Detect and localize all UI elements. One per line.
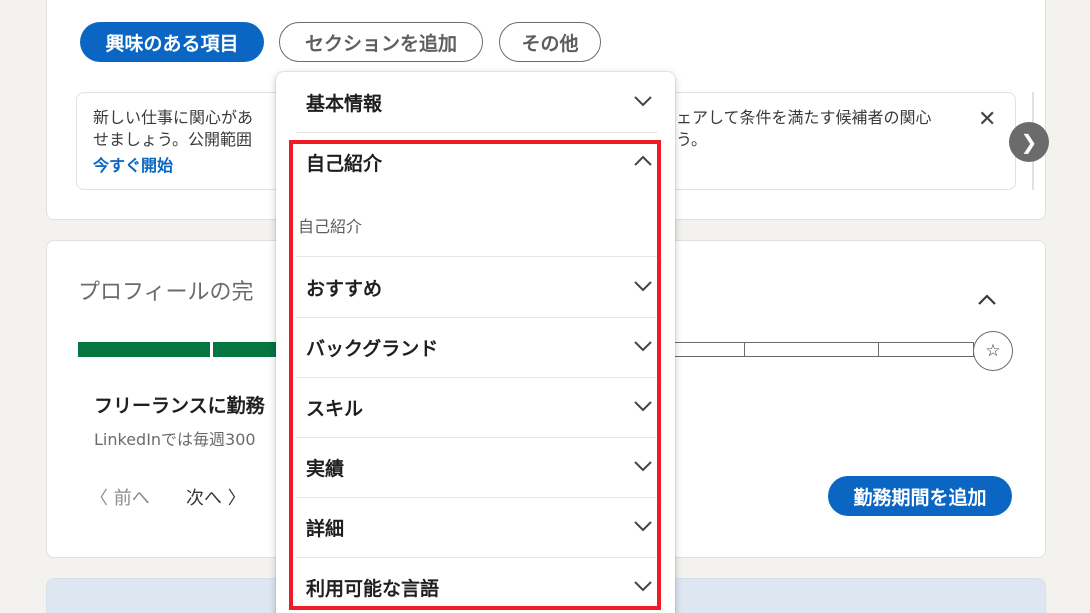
- start-now-link[interactable]: 今すぐ開始: [93, 152, 173, 176]
- dropdown-item-label: バックグランド: [306, 337, 439, 360]
- dropdown-item-background[interactable]: バックグランド: [276, 317, 675, 377]
- banner-text-line1-right: ェアして条件を満たす候補者の関心: [676, 108, 932, 127]
- dropdown-item-label: 自己紹介: [306, 152, 383, 175]
- dropdown-subitem-about[interactable]: 自己紹介: [298, 213, 362, 237]
- progress-segment-2: [213, 342, 277, 357]
- dropdown-item-label: 詳細: [306, 517, 345, 540]
- progress-segment-3: [675, 342, 745, 357]
- dropdown-item-basic-info[interactable]: 基本情報: [276, 72, 675, 132]
- dropdown-item-about[interactable]: 自己紹介: [276, 132, 675, 192]
- dropdown-item-recommended[interactable]: おすすめ: [276, 257, 675, 317]
- chevron-down-icon: [634, 281, 652, 292]
- dropdown-item-label: 利用可能な言語: [306, 577, 440, 600]
- dropdown-item-label: スキル: [306, 397, 364, 420]
- banner-text-line1-left: 新しい仕事に関心があ: [93, 108, 254, 127]
- chevron-up-icon: [634, 155, 652, 166]
- next-button[interactable]: 次へ 〉: [186, 484, 246, 510]
- prev-button[interactable]: 〈 前へ: [90, 484, 150, 510]
- progress-segment-1: [78, 342, 210, 357]
- dropdown-item-languages[interactable]: 利用可能な言語: [276, 557, 675, 613]
- star-icon: ☆: [985, 341, 1001, 361]
- star-milestone: ☆: [973, 331, 1013, 371]
- progress-segment-4: [745, 342, 879, 357]
- collapse-chevron-up-icon[interactable]: [977, 290, 997, 310]
- add-section-button[interactable]: セクションを追加: [279, 22, 483, 62]
- dropdown-item-label: おすすめ: [306, 277, 383, 300]
- close-icon[interactable]: ✕: [978, 107, 996, 132]
- progress-segment-5: [879, 342, 974, 357]
- chevron-down-icon: [634, 96, 652, 107]
- suggestion-title: フリーランスに勤務: [94, 395, 265, 417]
- tab-interests[interactable]: 興味のある項目: [80, 22, 264, 62]
- profile-completion-title: プロフィールの完: [78, 280, 254, 305]
- dropdown-item-skills[interactable]: スキル: [276, 377, 675, 437]
- chevron-down-icon: [634, 581, 652, 592]
- banner-text-line2-right: う。: [676, 130, 708, 149]
- more-button[interactable]: その他: [499, 22, 601, 62]
- dropdown-item-details[interactable]: 詳細: [276, 497, 675, 557]
- carousel-next-button[interactable]: ❯: [1009, 122, 1049, 162]
- dropdown-item-accomplishments[interactable]: 実績: [276, 437, 675, 497]
- dropdown-item-label: 実績: [306, 457, 345, 480]
- chevron-down-icon: [634, 341, 652, 352]
- chevron-right-icon: ❯: [1020, 130, 1038, 154]
- add-section-dropdown: 基本情報 自己紹介 自己紹介 おすすめ バックグランド スキル 実績 詳細 利用…: [276, 72, 675, 613]
- banner-text-line2-left: せましょう。公開範囲: [93, 130, 253, 149]
- dropdown-item-label: 基本情報: [306, 92, 383, 115]
- add-tenure-button[interactable]: 勤務期間を追加: [828, 476, 1012, 516]
- chevron-down-icon: [634, 461, 652, 472]
- chevron-down-icon: [634, 521, 652, 532]
- suggestion-description: LinkedInでは毎週300: [94, 430, 256, 449]
- chevron-down-icon: [634, 401, 652, 412]
